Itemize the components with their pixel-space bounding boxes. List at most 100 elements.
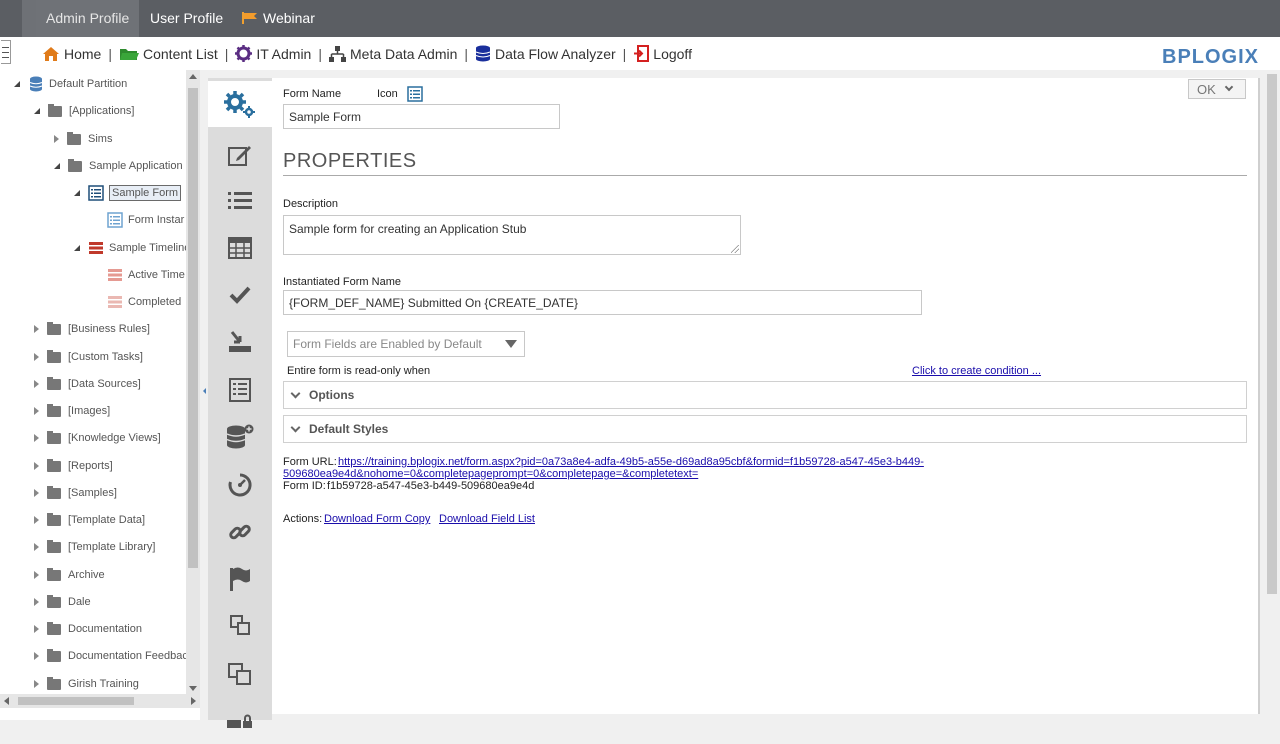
options-section[interactable]: Options [283, 381, 1247, 409]
expanded-arrow-icon[interactable] [34, 108, 40, 114]
instantiated-form-name-input[interactable]: {FORM_DEF_NAME} Submitted On {CREATE_DAT… [283, 290, 922, 315]
tree-item[interactable]: [Custom Tasks] [34, 346, 143, 368]
collapsed-arrow-icon[interactable] [54, 135, 59, 143]
form-icon [88, 185, 104, 201]
tree-item[interactable]: Active Time [94, 264, 185, 286]
collapsed-arrow-icon[interactable] [34, 434, 39, 442]
nav-bar: Home | Content List | IT Admin | Meta Da… [0, 37, 1280, 70]
folder-icon [47, 594, 61, 608]
tree-horizontal-scrollbar[interactable] [0, 694, 200, 708]
pane-splitter[interactable] [200, 70, 208, 720]
tree-item[interactable]: Archive [34, 564, 105, 586]
tree-item[interactable]: [Knowledge Views] [34, 427, 161, 449]
strip-link[interactable] [208, 509, 272, 555]
form-icon[interactable] [407, 86, 423, 102]
tree-item[interactable]: [Data Sources] [34, 373, 141, 395]
collapsed-arrow-icon[interactable] [34, 407, 39, 415]
tree-item[interactable]: Sample Form [74, 182, 182, 204]
tree-item-label: [Business Rules] [68, 323, 150, 335]
form-url-link-line1[interactable]: https://training.bplogix.net/form.aspx?p… [338, 456, 924, 468]
strip-timer[interactable] [208, 462, 272, 508]
tree-item[interactable]: [Applications] [34, 100, 134, 122]
tree-vertical-scrollbar[interactable] [186, 70, 200, 694]
tree-item[interactable]: Documentation [34, 618, 142, 640]
strip-data-source[interactable] [208, 414, 272, 460]
description-textarea[interactable]: Sample form for creating an Application … [283, 215, 741, 255]
tree-item[interactable]: [Reports] [34, 455, 113, 477]
collapsed-arrow-icon[interactable] [34, 652, 39, 660]
tree-item-label: [Knowledge Views] [68, 432, 161, 444]
tree-item[interactable]: Girish Training [34, 673, 139, 695]
collapsed-arrow-icon[interactable] [34, 680, 39, 688]
tab-user-profile[interactable]: User Profile [140, 0, 233, 37]
form-fields-enabled-select[interactable]: Form Fields are Enabled by Default [287, 331, 525, 357]
tree-item-label: Completed [128, 296, 182, 308]
tree-item[interactable]: [Images] [34, 400, 110, 422]
tree-item[interactable]: Default Partition [14, 73, 127, 95]
nav-content-list[interactable]: Content List [119, 46, 218, 62]
collapsed-arrow-icon[interactable] [34, 353, 39, 361]
tree-item[interactable]: Completed [94, 291, 181, 313]
nav-logoff-label: Logoff [653, 45, 692, 62]
folder-icon [47, 621, 61, 635]
collapsed-arrow-icon[interactable] [34, 489, 39, 497]
collapse-arrow-icon[interactable] [203, 388, 206, 394]
tree-item[interactable]: Documentation Feedbac [34, 645, 188, 667]
actions-label: Actions: [283, 513, 323, 525]
strip-table[interactable] [208, 225, 272, 271]
collapsed-arrow-icon[interactable] [34, 325, 39, 333]
form-name-input[interactable]: Sample Form [283, 104, 560, 129]
expanded-arrow-icon[interactable] [74, 245, 80, 251]
edit-icon [228, 146, 251, 166]
create-condition-link[interactable]: Click to create condition ... [912, 365, 1041, 377]
resize-handle-icon[interactable] [731, 245, 739, 253]
collapsed-arrow-icon[interactable] [34, 598, 39, 606]
nav-logoff[interactable]: Logoff [633, 45, 692, 62]
strip-properties[interactable] [208, 81, 272, 127]
expanded-arrow-icon[interactable] [54, 163, 60, 169]
collapsed-arrow-icon[interactable] [34, 380, 39, 388]
nav-home[interactable]: Home [42, 46, 101, 62]
strip-lock[interactable] [208, 698, 272, 744]
nav-it-admin[interactable]: IT Admin [235, 45, 311, 62]
strip-validation[interactable] [208, 272, 272, 318]
collapsed-arrow-icon[interactable] [34, 625, 39, 633]
strip-copy[interactable] [208, 602, 272, 648]
tree-item[interactable]: [Business Rules] [34, 318, 150, 340]
tree-item[interactable]: Sample Application [54, 155, 183, 177]
strip-import[interactable] [208, 319, 272, 365]
collapsed-arrow-icon[interactable] [34, 571, 39, 579]
tree-item[interactable]: Dale [34, 591, 91, 613]
main-vertical-scrollbar[interactable] [1264, 70, 1280, 720]
download-field-list-link[interactable]: Download Field List [439, 513, 535, 525]
folder-icon [67, 131, 81, 145]
strip-duplicate[interactable] [208, 651, 272, 697]
tab-admin-profile[interactable]: Admin Profile [36, 0, 140, 37]
tab-webinar[interactable]: Webinar [232, 0, 325, 37]
default-styles-section[interactable]: Default Styles [283, 415, 1247, 443]
expanded-arrow-icon[interactable] [74, 190, 80, 196]
tree-item-label: Girish Training [68, 678, 139, 690]
collapsed-arrow-icon[interactable] [34, 462, 39, 470]
expanded-arrow-icon[interactable] [14, 81, 20, 87]
ok-button[interactable]: OK [1188, 79, 1246, 99]
collapsed-arrow-icon[interactable] [34, 543, 39, 551]
menu-icon[interactable] [1, 40, 11, 64]
collapsed-arrow-icon[interactable] [34, 516, 39, 524]
icon-label: Icon [377, 88, 398, 100]
nav-content-list-label: Content List [143, 45, 218, 62]
strip-flag[interactable] [208, 556, 272, 602]
tree-item[interactable]: Sample Timeline [74, 237, 190, 259]
tree-item[interactable]: Sims [54, 128, 112, 150]
tree-item[interactable]: [Template Data] [34, 509, 145, 531]
tree-item[interactable]: Form Instar [94, 209, 184, 231]
tree-item[interactable]: [Template Library] [34, 536, 155, 558]
strip-list[interactable] [208, 178, 272, 224]
strip-edit[interactable] [208, 132, 272, 178]
strip-form-list[interactable] [208, 367, 272, 413]
download-form-copy-link[interactable]: Download Form Copy [324, 513, 430, 525]
tree-item[interactable]: [Samples] [34, 482, 117, 504]
form-url-link-line2[interactable]: 509680ea9e4d&nohome=0&completepageprompt… [283, 468, 698, 480]
nav-meta-data-admin[interactable]: Meta Data Admin [329, 45, 457, 62]
nav-data-flow-analyzer[interactable]: Data Flow Analyzer [475, 45, 616, 62]
